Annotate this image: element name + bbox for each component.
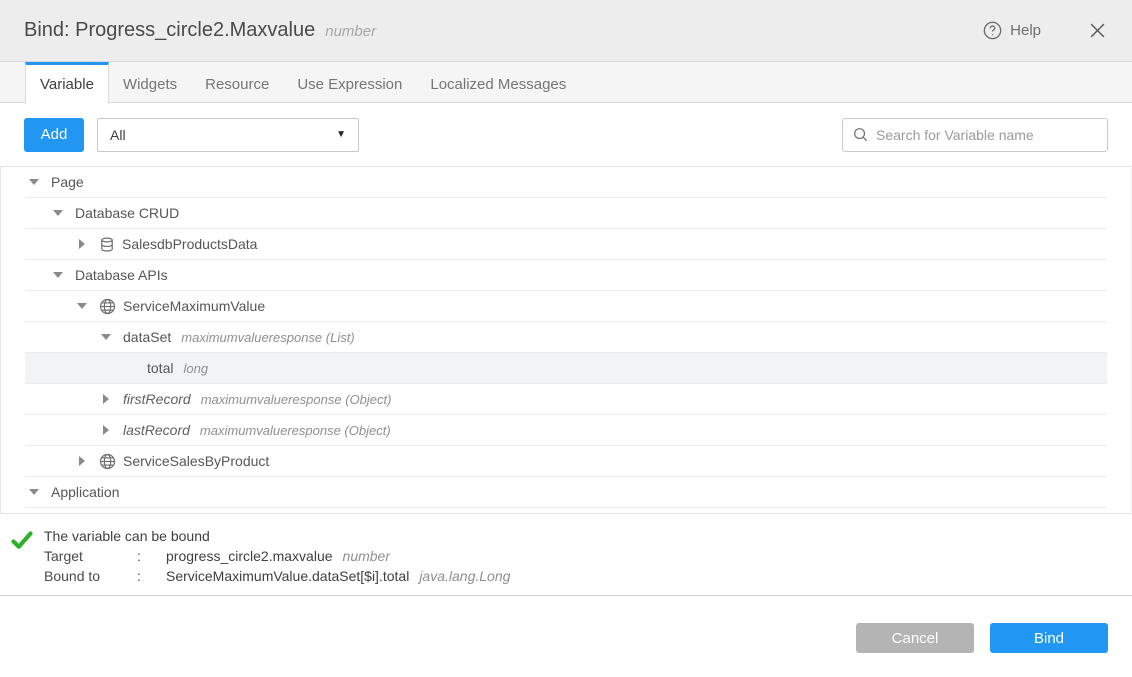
tab-widgets[interactable]: Widgets [109, 62, 191, 103]
filter-value: All [110, 127, 126, 143]
bind-dialog: Bind: Progress_circle2.Maxvalue number H… [0, 0, 1132, 677]
tab-use-expression[interactable]: Use Expression [283, 62, 416, 103]
tree-node-type: long [183, 361, 208, 376]
globe-icon [99, 298, 116, 315]
caret-down-icon[interactable] [73, 303, 91, 309]
tree-row-application[interactable]: Application [25, 477, 1107, 508]
add-button[interactable]: Add [24, 118, 84, 152]
tree-node-type: maximumvalueresponse (Object) [201, 392, 392, 407]
tree-node-label: Database APIs [75, 267, 168, 283]
caret-down-icon[interactable] [49, 272, 67, 278]
caret-right-icon[interactable] [97, 394, 115, 404]
tree-row-database-crud[interactable]: Database CRUD [25, 198, 1107, 229]
tab-variable[interactable]: Variable [25, 62, 109, 104]
tree-row-database-apis[interactable]: Database APIs [25, 260, 1107, 291]
status-row-colon: : [137, 546, 166, 566]
tree-node-type: maximumvalueresponse (Object) [200, 423, 391, 438]
caret-down-icon[interactable] [25, 179, 43, 185]
tree-node-label: firstRecord [123, 391, 191, 407]
search-box [842, 118, 1108, 152]
tree-row-total[interactable]: total long [25, 353, 1107, 384]
tree-row-lastrecord[interactable]: lastRecord maximumvalueresponse (Object) [25, 415, 1107, 446]
tree-row-servicesalesbyproduct[interactable]: ServiceSalesByProduct [25, 446, 1107, 477]
caret-right-icon[interactable] [97, 425, 115, 435]
titlebar-actions: Help [983, 20, 1108, 41]
tab-localized-messages[interactable]: Localized Messages [416, 62, 580, 103]
caret-down-icon[interactable] [49, 210, 67, 216]
search-icon [853, 127, 868, 142]
database-icon [99, 236, 115, 253]
status-row-label: Bound to [44, 566, 137, 586]
status-row-bound-to: Bound to:ServiceMaximumValue.dataSet[$i]… [44, 566, 510, 586]
variable-tree: Page Database CRUD SalesdbProductsData Data… [0, 166, 1132, 514]
status-detail-rows: Target:progress_circle2.maxvaluenumberBo… [44, 546, 510, 586]
status-row-value: ServiceMaximumValue.dataSet[$i].total [166, 566, 409, 586]
close-button[interactable] [1087, 20, 1108, 41]
cancel-button[interactable]: Cancel [856, 623, 974, 653]
caret-down-icon[interactable] [97, 334, 115, 340]
tree-node-label: Application [51, 484, 120, 500]
status-row-label: Target [44, 546, 137, 566]
tree-node-label: SalesdbProductsData [122, 236, 257, 252]
status-row-value: progress_circle2.maxvalue [166, 546, 333, 566]
tree-node-label: Page [51, 174, 84, 190]
dialog-titlebar: Bind: Progress_circle2.Maxvalue number H… [0, 0, 1132, 62]
caret-right-icon[interactable] [73, 239, 91, 249]
status-row-type: java.lang.Long [419, 566, 510, 586]
tree-node-label: ServiceMaximumValue [123, 298, 265, 314]
tree-node-label: Database CRUD [75, 205, 179, 221]
help-icon [983, 21, 1002, 40]
caret-right-icon[interactable] [73, 456, 91, 466]
globe-icon [99, 453, 116, 470]
dialog-title: Bind: Progress_circle2.Maxvalue [24, 19, 315, 42]
tree-node-type: maximumvalueresponse (List) [181, 330, 354, 345]
tree-row-page[interactable]: Page [25, 167, 1107, 198]
binding-status: The variable can be bound Target:progres… [0, 514, 1132, 595]
status-message: The variable can be bound [44, 526, 510, 546]
tab-bar: VariableWidgetsResourceUse ExpressionLoc… [0, 62, 1132, 103]
tree-node-label: dataSet [123, 329, 171, 345]
help-button[interactable]: Help [983, 21, 1041, 40]
tree-node-label: lastRecord [123, 422, 190, 438]
help-label: Help [1010, 22, 1041, 39]
dropdown-caret-icon: ▼ [336, 129, 346, 140]
dialog-title-type: number [325, 23, 376, 40]
tree-row-dataset[interactable]: dataSet maximumvalueresponse (List) [25, 322, 1107, 353]
close-icon [1089, 22, 1106, 39]
bind-button[interactable]: Bind [990, 623, 1108, 653]
search-input[interactable] [876, 127, 1097, 143]
tree-node-label: ServiceSalesByProduct [123, 453, 269, 469]
toolbar: Add All ▼ [0, 103, 1132, 166]
status-row-target: Target:progress_circle2.maxvalue number [44, 546, 510, 566]
tab-resource[interactable]: Resource [191, 62, 283, 103]
status-row-colon: : [137, 566, 166, 586]
dialog-footer: Cancel Bind [0, 595, 1132, 677]
tree-row-firstrecord[interactable]: firstRecord maximumvalueresponse (Object) [25, 384, 1107, 415]
status-body: The variable can be bound Target:progres… [44, 526, 510, 595]
filter-dropdown[interactable]: All ▼ [97, 118, 359, 152]
caret-down-icon[interactable] [25, 489, 43, 495]
tree-row-servicemaximumvalue[interactable]: ServiceMaximumValue [25, 291, 1107, 322]
check-icon [11, 526, 44, 595]
status-row-type: number [343, 546, 390, 566]
tree-row-salesdbproductsdata[interactable]: SalesdbProductsData [25, 229, 1107, 260]
tree-node-label: total [147, 360, 173, 376]
